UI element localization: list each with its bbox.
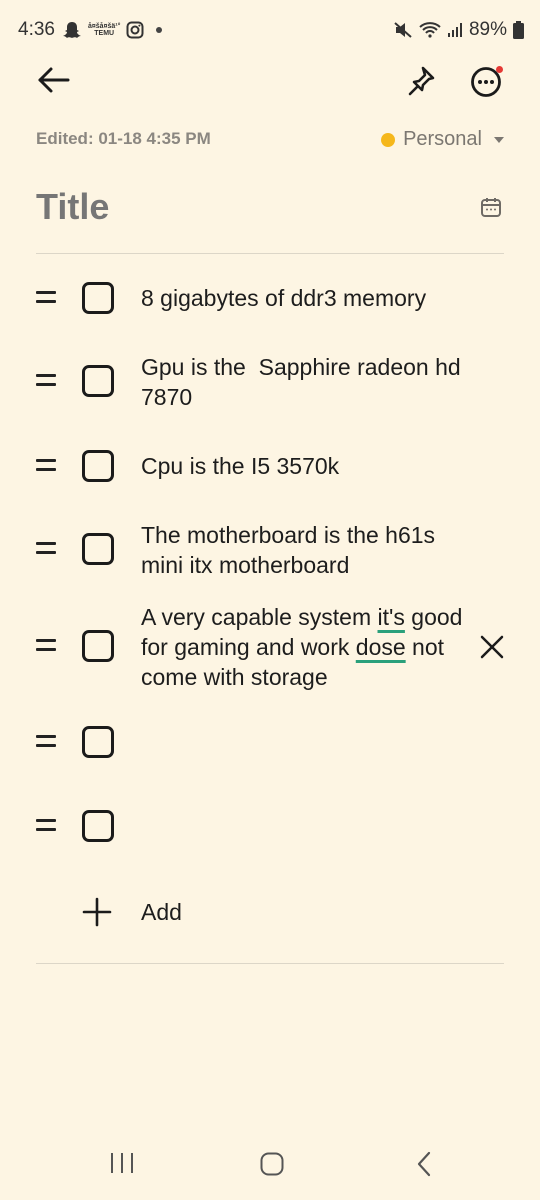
signal-icon	[447, 23, 462, 37]
checklist-item-empty	[0, 724, 540, 764]
category-color-dot	[381, 132, 396, 147]
more-notifications-dot	[156, 27, 163, 33]
item-checkbox[interactable]	[82, 450, 114, 482]
temu-icon: å¤šå¤šä¹° TEMU	[88, 23, 120, 37]
add-item-button[interactable]: Add	[0, 893, 540, 933]
status-system-icons: 89%	[393, 19, 524, 41]
recent-apps-icon	[111, 1153, 133, 1173]
item-checkbox[interactable]	[82, 282, 114, 314]
drag-handle-icon[interactable]	[36, 459, 56, 475]
back-button[interactable]	[34, 60, 74, 100]
more-options-button[interactable]	[466, 60, 508, 102]
snapchat-icon	[63, 22, 81, 38]
wifi-icon	[419, 22, 441, 38]
battery-icon	[513, 21, 524, 39]
plus-icon	[82, 897, 112, 927]
title-row: Title	[36, 186, 504, 230]
drag-handle-icon[interactable]	[36, 374, 56, 390]
checklist-item: Gpu is the Sapphire radeon hd 7870	[0, 352, 540, 414]
item-text[interactable]: 8 gigabytes of ddr3 memory	[141, 283, 471, 313]
note-meta-row: Edited: 01-18 4:35 PM Personal	[36, 128, 504, 152]
item-checkbox[interactable]	[82, 630, 114, 662]
pin-button[interactable]	[401, 60, 441, 100]
delete-item-button[interactable]	[478, 633, 506, 661]
item-checkbox[interactable]	[82, 365, 114, 397]
checklist-item: 8 gigabytes of ddr3 memory	[0, 280, 540, 320]
back-arrow-icon	[38, 67, 70, 93]
drag-handle-icon[interactable]	[36, 819, 56, 835]
category-label: Personal	[403, 128, 482, 150]
edited-timestamp: Edited: 01-18 4:35 PM	[36, 129, 211, 148]
status-notification-icons: å¤šå¤šä¹° TEMU	[62, 21, 163, 39]
checklist-item-active: A very capable system it's good for gami…	[0, 602, 540, 694]
temu-icon-line1: å¤šå¤šä¹°	[88, 23, 121, 30]
drag-handle-icon[interactable]	[36, 291, 56, 307]
title-divider	[36, 253, 504, 254]
battery-percent: 89%	[468, 19, 507, 40]
mute-icon	[394, 22, 412, 38]
spellcheck-word[interactable]: it's	[378, 604, 405, 630]
item-text[interactable]: The motherboard is the h61s mini itx mot…	[141, 520, 471, 580]
checklist-item-empty	[0, 808, 540, 848]
spellcheck-word[interactable]: dose	[356, 634, 406, 660]
add-item-label: Add	[141, 899, 182, 925]
caret-down-icon	[494, 136, 504, 143]
checklist-bottom-divider	[36, 963, 504, 964]
instagram-icon	[126, 21, 144, 39]
item-checkbox[interactable]	[82, 810, 114, 842]
temu-icon-line2: TEMU	[94, 30, 115, 37]
category-selector[interactable]: Personal	[381, 128, 504, 151]
system-navigation-bar	[0, 1132, 540, 1200]
calendar-icon	[481, 198, 501, 217]
title-input[interactable]: Title	[36, 186, 109, 228]
drag-handle-icon[interactable]	[36, 542, 56, 558]
item-text[interactable]: Cpu is the I5 3570k	[141, 451, 471, 481]
home-button[interactable]	[260, 1152, 284, 1176]
home-icon	[260, 1152, 284, 1176]
recent-apps-button[interactable]	[110, 1152, 134, 1174]
item-text[interactable]: Gpu is the Sapphire radeon hd 7870	[141, 352, 471, 412]
item-checkbox[interactable]	[82, 533, 114, 565]
drag-handle-icon[interactable]	[36, 639, 56, 655]
pin-icon	[408, 66, 435, 96]
item-text-part: A very capable system	[141, 604, 378, 630]
close-icon	[480, 635, 504, 659]
system-back-button[interactable]	[414, 1150, 434, 1178]
reminder-button[interactable]	[480, 196, 502, 218]
drag-handle-icon[interactable]	[36, 735, 56, 751]
checklist-item: Cpu is the I5 3570k	[0, 448, 540, 488]
status-time: 4:36	[18, 19, 55, 40]
item-text[interactable]: A very capable system it's good for gami…	[141, 602, 471, 692]
chevron-left-icon	[417, 1151, 431, 1177]
note-toolbar	[0, 52, 540, 106]
checklist-item: The motherboard is the h61s mini itx mot…	[0, 520, 540, 582]
more-options-icon	[471, 66, 503, 97]
item-checkbox[interactable]	[82, 726, 114, 758]
